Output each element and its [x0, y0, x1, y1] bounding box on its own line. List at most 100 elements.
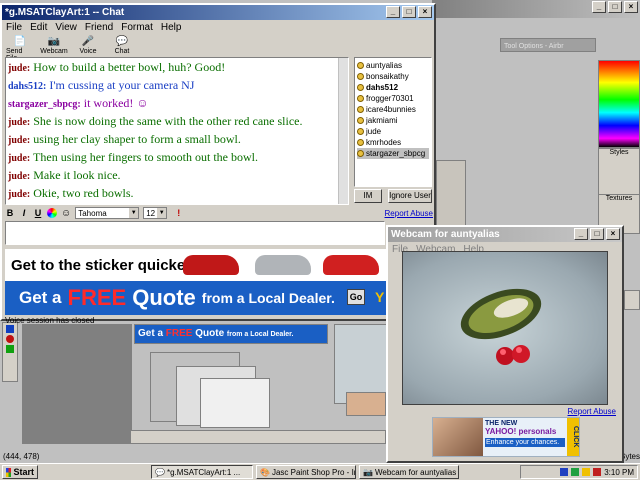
close-icon[interactable]: × — [418, 6, 432, 18]
chat-message: stargazer_sbpcg: it worked! ☺ — [8, 95, 346, 113]
user-list-item[interactable]: dahs512 — [357, 82, 429, 93]
chat-log[interactable]: jude: How to build a better bowl, huh? G… — [5, 57, 349, 205]
alert-icon[interactable]: ! — [177, 208, 180, 218]
tool-options-panel[interactable]: Tool Options - Airbr — [500, 38, 596, 52]
message-nick[interactable]: jude: — [8, 171, 30, 182]
webcam-report-abuse-link[interactable]: Report Abuse — [568, 407, 616, 416]
message-text: using her clay shaper to form a small bo… — [33, 132, 241, 146]
menu-format[interactable]: Format — [121, 22, 153, 33]
send-file-button[interactable]: 📄Send File — [6, 36, 34, 62]
chat-scrollbar[interactable] — [338, 58, 348, 204]
start-button[interactable]: Start — [2, 465, 38, 479]
taskbar-item-chat[interactable]: 💬 *g.MSATClayArt:1 ... — [151, 465, 253, 479]
ad-click-button[interactable]: CLICK — [567, 418, 579, 456]
user-list-item[interactable]: stargazer_sbpcg — [357, 148, 429, 159]
security-icon[interactable] — [593, 468, 602, 476]
tool-icon[interactable] — [6, 335, 14, 343]
cascade-shot — [22, 324, 132, 444]
message-nick[interactable]: stargazer_sbpcg: — [8, 99, 81, 110]
chevron-down-icon: ▼ — [157, 208, 167, 218]
color-icon[interactable] — [47, 208, 57, 218]
webcam-title: Webcam for auntyalias — [391, 229, 500, 240]
ignore-user-button[interactable]: Ignore User — [388, 189, 432, 203]
ad-top: Get to the sticker quicker. — [5, 249, 387, 281]
chat-button[interactable]: 💬 Chat — [108, 36, 136, 56]
message-nick[interactable]: jude: — [8, 153, 30, 164]
scroll-thumb[interactable] — [624, 290, 640, 310]
user-list-item[interactable]: icare4bunnies — [357, 104, 429, 115]
user-name: frogger70301 — [366, 94, 414, 103]
voice-button[interactable]: 🎤 Voice — [74, 36, 102, 56]
psp-toolbox[interactable] — [2, 322, 18, 382]
user-list-item[interactable]: frogger70301 — [357, 93, 429, 104]
user-list-item[interactable]: jude — [357, 126, 429, 137]
chat-titlebar[interactable]: *g.MSATClayArt:1 -- Chat _ □ × — [2, 5, 434, 20]
tool-icon[interactable] — [6, 325, 14, 333]
close-icon[interactable]: × — [606, 228, 620, 240]
bold-button[interactable]: B — [5, 208, 15, 218]
user-status-icon — [357, 128, 364, 135]
chat-window[interactable]: *g.MSATClayArt:1 -- Chat _ □ × File Edit… — [0, 3, 436, 325]
user-list-item[interactable]: jakmiami — [357, 115, 429, 126]
message-text: it worked! ☺ — [83, 96, 149, 110]
minimize-icon[interactable]: _ — [592, 1, 606, 13]
user-name: icare4bunnies — [366, 105, 416, 114]
minimize-icon[interactable]: _ — [574, 228, 588, 240]
webcam-titlebar[interactable]: Webcam for auntyalias _ □ × — [388, 227, 622, 242]
font-select[interactable]: Tahoma ▼ — [75, 207, 140, 219]
color-palette[interactable] — [598, 60, 640, 148]
chat-message: jude: Then using her fingers to smooth o… — [8, 149, 346, 167]
psp-canvas[interactable]: Get a FREE Quote from a Local Dealer. — [0, 322, 388, 450]
menu-friend[interactable]: Friend — [85, 22, 113, 33]
menu-file[interactable]: File — [6, 22, 22, 33]
psp-app-icon: 🎨 — [260, 467, 270, 477]
webcam-button[interactable]: 📷 Webcam — [40, 36, 68, 56]
user-status-icon — [357, 139, 364, 146]
user-status-icon — [357, 150, 364, 157]
taskbar-item-webcam[interactable]: 📷 Webcam for auntyalias — [359, 465, 459, 479]
chat-input[interactable] — [5, 221, 385, 245]
messenger-icon[interactable] — [571, 468, 580, 476]
user-status-icon — [357, 62, 364, 69]
clock[interactable]: 3:10 PM — [604, 468, 634, 477]
message-nick[interactable]: jude: — [8, 189, 30, 200]
chat-message: jude: She is now doing the same with the… — [8, 113, 346, 131]
user-name: jakmiami — [366, 116, 398, 125]
im-button[interactable]: IM — [354, 189, 382, 203]
taskbar-item-psp[interactable]: 🎨Jasc Paint Shop Pro - Ima... — [256, 465, 356, 479]
report-abuse-link[interactable]: Report Abuse — [385, 209, 433, 218]
maximize-icon[interactable]: □ — [608, 1, 622, 13]
message-nick[interactable]: jude: — [8, 63, 30, 74]
user-list-item[interactable]: kmrhodes — [357, 137, 429, 148]
chat-message: dahs512: I'm cussing at your camera NJ — [8, 77, 346, 95]
message-nick[interactable]: jude: — [8, 117, 30, 128]
car-quote-ad[interactable]: Get to the sticker quicker. Get a FREE Q… — [5, 249, 387, 315]
styles-panel[interactable]: Styles — [598, 148, 640, 200]
message-text: How to build a better bowl, huh? Good! — [33, 60, 226, 74]
minimize-icon[interactable]: _ — [386, 6, 400, 18]
message-nick[interactable]: dahs512: — [8, 81, 46, 92]
webcam-window[interactable]: Webcam for auntyalias _ □ × File Webcam … — [386, 225, 624, 463]
message-nick[interactable]: jude: — [8, 135, 30, 146]
system-tray: 3:10 PM — [520, 465, 638, 479]
size-select[interactable]: 12 ▼ — [143, 207, 168, 219]
underline-button[interactable]: U — [33, 208, 43, 218]
ad-quote-banner: Get a FREE Quote from a Local Dealer. Go… — [5, 281, 387, 315]
menu-edit[interactable]: Edit — [30, 22, 47, 33]
go-button[interactable]: Go — [347, 289, 365, 305]
smiley-icon[interactable]: ☺ — [61, 208, 71, 219]
italic-button[interactable]: I — [19, 208, 29, 218]
yahoo-personals-ad[interactable]: THE NEW YAHOO! personals Enhance your ch… — [432, 417, 580, 457]
menu-view[interactable]: View — [55, 22, 77, 33]
volume-icon[interactable] — [582, 468, 591, 476]
menu-help[interactable]: Help — [161, 22, 182, 33]
tool-icon[interactable] — [6, 345, 14, 353]
maximize-icon[interactable]: □ — [590, 228, 604, 240]
maximize-icon[interactable]: □ — [402, 6, 416, 18]
user-list[interactable]: auntyalias bonsaikathy dahs512 frogger70301… — [354, 57, 432, 187]
user-list-item[interactable]: auntyalias — [357, 60, 429, 71]
network-icon[interactable] — [560, 468, 569, 476]
user-list-item[interactable]: bonsaikathy — [357, 71, 429, 82]
webcam-app-icon: 📷 — [363, 467, 373, 477]
close-icon[interactable]: × — [624, 1, 638, 13]
